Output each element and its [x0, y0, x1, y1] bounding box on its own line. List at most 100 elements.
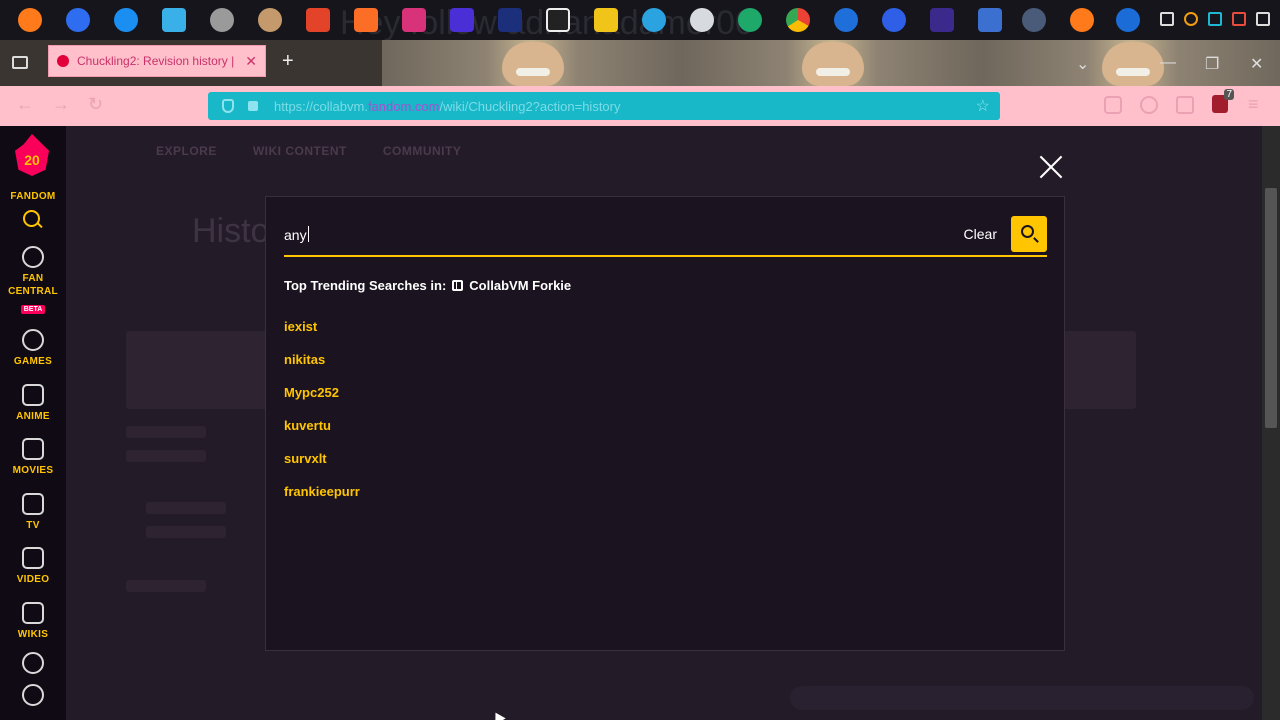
tracking-shield-icon[interactable] [222, 99, 234, 113]
raccoon-icon[interactable] [210, 8, 234, 32]
tab-title: Chuckling2: Revision history | C [77, 54, 238, 68]
rail-item-movies[interactable]: MOVIES [0, 438, 66, 477]
url-text: https://collabvm.fandom.com/wiki/Chuckli… [274, 98, 621, 114]
close-window-icon[interactable]: ✕ [1250, 54, 1263, 74]
minimize-icon[interactable]: — [1160, 54, 1176, 72]
app-m-icon[interactable] [594, 8, 618, 32]
fandom-logo[interactable]: 20 [15, 134, 49, 180]
app-blue-circle-icon[interactable] [642, 8, 666, 32]
gitlab-icon[interactable] [402, 8, 426, 32]
rail-item-wikis[interactable]: WIKIS [0, 602, 66, 641]
app-purple-icon[interactable] [930, 8, 954, 32]
task-view-icon[interactable] [1160, 12, 1174, 26]
placeholder-line [126, 426, 206, 438]
app-u-icon[interactable] [498, 8, 522, 32]
page-scrollbar[interactable] [1262, 126, 1280, 720]
wiki-nav-explore: EXPLORE [156, 144, 217, 158]
app-tiles-icon[interactable] [1232, 12, 1246, 26]
wiki-book-icon [452, 280, 464, 291]
clear-button[interactable]: Clear [964, 226, 997, 242]
wiki-nav-community: COMMUNITY [382, 144, 462, 158]
firefox-icon[interactable] [66, 8, 90, 32]
restore-icon[interactable]: ❐ [1205, 54, 1219, 74]
trending-link[interactable]: Mypc252 [284, 385, 339, 400]
app-z-icon[interactable] [546, 8, 570, 32]
app-green-icon[interactable] [738, 8, 762, 32]
theme-image [982, 40, 1280, 86]
chevron-down-icon[interactable]: ⌄ [1076, 54, 1089, 74]
trending-link[interactable]: iexist [284, 319, 317, 334]
ublock-icon[interactable]: 7 [1212, 89, 1234, 113]
placeholder-line [126, 580, 206, 592]
gitlab-icon[interactable] [354, 8, 378, 32]
back-icon[interactable]: ← [16, 94, 34, 115]
gamepad-icon [22, 329, 44, 351]
anime-icon [22, 384, 44, 406]
wiki-nav-content: WIKI CONTENT [252, 144, 347, 158]
pocket-icon[interactable] [1104, 96, 1122, 114]
app-vs-icon[interactable] [978, 8, 1002, 32]
fandom-logo-number: 20 [24, 152, 40, 168]
theme-image [682, 40, 982, 86]
list-item: frankieepurr [284, 483, 360, 516]
browser-tab-active[interactable]: Chuckling2: Revision history | C ✕ [48, 45, 266, 77]
trending-link[interactable]: kuvertu [284, 418, 331, 433]
firefox-icon[interactable] [18, 8, 42, 32]
search-icon [1021, 225, 1034, 238]
rail-item-fan-central[interactable]: FAN CENTRAL BETA [0, 246, 66, 316]
tab-close-icon[interactable]: ✕ [245, 53, 257, 70]
cat-icon[interactable] [258, 8, 282, 32]
search-bar: Clear [284, 215, 1047, 257]
firefox-icon[interactable] [1070, 8, 1094, 32]
rail-item-anime[interactable]: ANIME [0, 384, 66, 423]
extensions-icon[interactable] [1176, 96, 1194, 114]
battery-icon[interactable] [1256, 12, 1270, 26]
placeholder-line [146, 502, 226, 514]
placeholder-line [126, 450, 206, 462]
search-submit-button[interactable] [1011, 216, 1047, 252]
clapperboard-icon [22, 438, 44, 460]
extension-count-badge: 7 [1224, 89, 1234, 100]
app-grid-icon[interactable] [1208, 12, 1222, 26]
gitlab-icon[interactable] [306, 8, 330, 32]
fandom-rail: 20 FANDOM FAN CENTRAL BETA GAMES ANIME M… [0, 126, 66, 720]
rail-search[interactable] [0, 210, 66, 230]
user-icon [22, 684, 44, 706]
trending-link[interactable]: nikitas [284, 352, 325, 367]
app-globe-icon[interactable] [834, 8, 858, 32]
rail-create[interactable] [0, 652, 66, 678]
account-icon[interactable] [1140, 96, 1158, 114]
chrome-icon[interactable] [786, 8, 810, 32]
forward-icon[interactable]: → [52, 94, 70, 115]
lock-icon[interactable] [248, 101, 258, 111]
bookmark-star-icon[interactable]: ☆ [976, 96, 990, 116]
dimmed-notification-bar [790, 686, 1254, 710]
list-item: kuvertu [284, 417, 360, 450]
wiki-w-icon[interactable] [162, 8, 186, 32]
tab-list-icon[interactable] [12, 56, 28, 69]
edge-icon[interactable] [1116, 8, 1140, 32]
rail-item-games[interactable]: GAMES [0, 329, 66, 368]
trending-link[interactable]: frankieepurr [284, 484, 360, 499]
scroll-thumb[interactable] [1265, 188, 1277, 428]
app-steam-icon[interactable] [1022, 8, 1046, 32]
close-search-button[interactable] [1036, 152, 1066, 182]
search-input[interactable] [284, 221, 884, 249]
rail-item-video[interactable]: VIDEO [0, 547, 66, 586]
app-f-icon[interactable] [450, 8, 474, 32]
menu-icon[interactable]: ≡ [1248, 94, 1259, 115]
firefox-icon[interactable] [114, 8, 138, 32]
trending-wiki-name: CollabVM Forkie [469, 278, 572, 293]
url-bar[interactable]: https://collabvm.fandom.com/wiki/Chuckli… [208, 92, 1000, 120]
new-tab-icon[interactable]: + [282, 50, 294, 73]
rail-item-tv[interactable]: TV [0, 493, 66, 532]
play-icon [22, 547, 44, 569]
trending-link[interactable]: survxlt [284, 451, 327, 466]
search-icon[interactable] [1184, 12, 1198, 26]
rail-account[interactable] [0, 684, 66, 710]
reload-icon[interactable]: ↻ [88, 94, 103, 115]
app-blue-globe-icon[interactable] [882, 8, 906, 32]
placeholder-line [146, 526, 226, 538]
app-white-circle-icon[interactable] [690, 8, 714, 32]
trending-heading: Top Trending Searches in: CollabVM Forki… [284, 278, 571, 293]
